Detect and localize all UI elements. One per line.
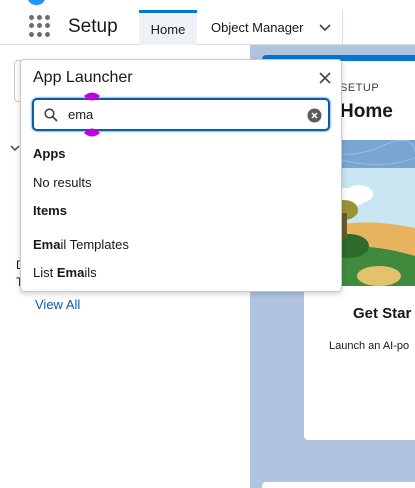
apps-section-heading: Apps: [33, 146, 66, 161]
breadcrumb: SETUP: [340, 82, 380, 94]
app-launcher-waffle-icon[interactable]: [29, 15, 51, 37]
item-prefix-text: List: [33, 265, 57, 280]
item-email-templates[interactable]: Email Templates: [33, 237, 129, 252]
search-input-value[interactable]: ema: [68, 107, 93, 122]
get-started-title: Get Star: [353, 305, 412, 322]
tab-object-manager[interactable]: Object Manager: [197, 10, 343, 45]
item-match-highlight: Ema: [33, 237, 61, 252]
item-rest-text: il Templates: [60, 237, 129, 252]
view-all-link[interactable]: View All: [35, 297, 80, 312]
chevron-down-icon[interactable]: [318, 20, 332, 34]
text-cursor-marker-icon: [84, 92, 100, 101]
app-launcher-search-input[interactable]: ema: [32, 98, 330, 131]
page-title: Home: [340, 101, 393, 122]
tab-object-manager-label: Object Manager: [211, 20, 304, 35]
app-launcher-popover: App Launcher ema Apps No results Items E…: [20, 59, 342, 312]
app-name: Setup: [68, 16, 118, 37]
tab-home[interactable]: Home: [139, 10, 197, 45]
get-started-description: Launch an AI-po: [329, 340, 410, 352]
apps-no-results: No results: [33, 175, 92, 190]
items-section-heading: Items: [33, 203, 67, 218]
clear-search-icon[interactable]: [307, 108, 322, 123]
item-match-highlight: Ema: [56, 265, 85, 280]
salesforce-logo: [28, 0, 45, 5]
item-list-emails[interactable]: List Emails: [33, 265, 97, 280]
lower-card: [262, 482, 415, 488]
search-icon: [44, 108, 58, 122]
app-launcher-title: App Launcher: [33, 69, 133, 86]
close-icon[interactable]: [317, 70, 333, 86]
item-rest-text: ils: [84, 265, 97, 280]
global-header: Setup Home Object Manager: [0, 0, 415, 45]
text-cursor-marker-icon: [84, 128, 100, 137]
